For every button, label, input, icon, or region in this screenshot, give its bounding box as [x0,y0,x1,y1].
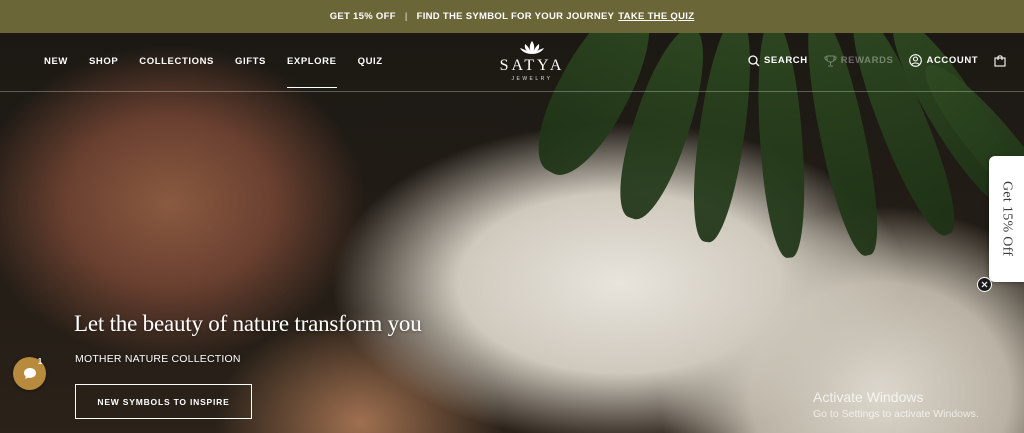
hero-image [0,33,1024,433]
activate-windows-subtitle: Go to Settings to activate Windows. [813,408,979,420]
nav-quiz[interactable]: QUIZ [358,56,383,88]
close-discount-button[interactable] [977,277,992,292]
cart-button[interactable] [994,54,1010,67]
nav-gifts[interactable]: GIFTS [235,56,266,88]
announcement-separator: | [404,11,408,22]
logo-tagline: JEWELRY [511,76,553,82]
trophy-icon [824,55,837,66]
nav-explore[interactable]: EXPLORE [286,56,337,88]
search-label: SEARCH [764,55,808,66]
nav-shop[interactable]: SHOP [89,56,118,88]
chat-icon [23,368,36,379]
nav-new[interactable]: NEW [44,56,68,88]
new-symbols-button[interactable]: NEW SYMBOLS TO INSPIRE [75,384,252,419]
hero-headline: Let the beauty of nature transform you [74,311,422,336]
lotus-icon [520,41,544,54]
activate-windows-title: Activate Windows [813,389,924,405]
nav-collections[interactable]: COLLECTIONS [139,56,214,88]
user-icon [909,54,923,67]
rewards-label: REWARDS [840,55,894,66]
account-button[interactable]: ACCOUNT [909,54,978,67]
shopping-bag-icon [994,55,1006,67]
announcement-offer: GET 15% OFF [329,11,396,22]
search-icon [748,54,760,66]
close-icon [981,281,988,288]
main-nav: NEW SHOP COLLECTIONS GIFTS EXPLORE QUIZ [44,56,404,88]
announcement-message: FIND THE SYMBOL FOR YOUR JOURNEY [416,11,615,22]
rewards-button[interactable]: REWARDS [824,55,894,67]
chat-badge: 1 [37,356,43,366]
nav-divider [0,91,1024,92]
search-button[interactable]: SEARCH [748,54,808,67]
account-label: ACCOUNT [926,55,979,66]
take-quiz-link[interactable]: TAKE THE QUIZ [618,11,694,22]
satya-logo[interactable]: SATYA JEWELRY [493,40,571,86]
discount-tab-label: Get 15% Off [999,181,1015,257]
logo-name: SATYA [499,57,565,74]
utility-nav: SEARCH REWARDS ACCOUNT [748,54,1024,67]
discount-side-tab[interactable]: Get 15% Off [989,156,1024,282]
announcement-bar: GET 15% OFF | FIND THE SYMBOL FOR YOUR J… [0,0,1024,33]
hero-subheadline: MOTHER NATURE COLLECTION [75,353,241,365]
